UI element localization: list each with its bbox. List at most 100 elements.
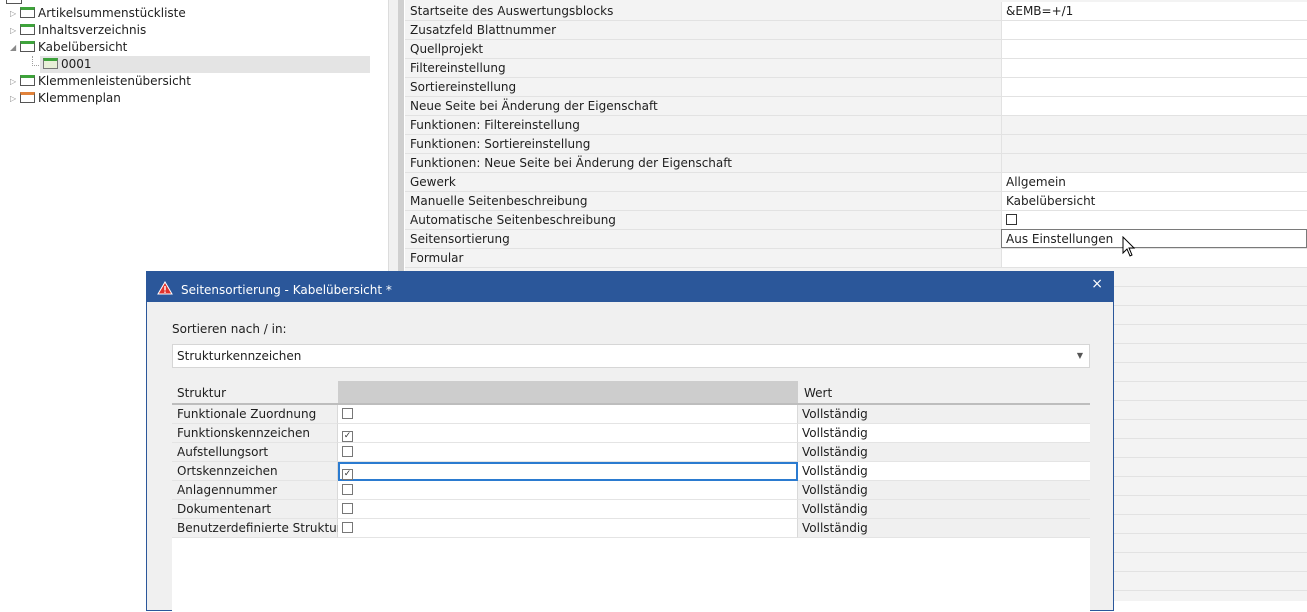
warning-icon bbox=[157, 281, 173, 295]
checkbox-cell[interactable] bbox=[338, 500, 798, 519]
property-name: Quellprojekt bbox=[410, 42, 484, 56]
property-value[interactable] bbox=[1001, 78, 1307, 96]
property-row[interactable]: Automatische Seitenbeschreibung bbox=[405, 211, 1307, 230]
property-row[interactable]: Gewerk Allgemein bbox=[405, 173, 1307, 192]
checkbox-cell[interactable]: ✓ bbox=[338, 424, 798, 443]
sort-by-selected-value: Strukturkennzeichen bbox=[177, 349, 302, 363]
checkbox[interactable] bbox=[342, 446, 353, 457]
dialog-title: Seitensortierung - Kabelübersicht * bbox=[181, 283, 392, 297]
property-value[interactable] bbox=[1001, 211, 1307, 229]
table-row[interactable]: Funktionale Zuordnung Vollständig bbox=[172, 405, 1090, 424]
wert-cell[interactable]: Vollständig bbox=[798, 443, 1090, 462]
tree-item-kabeluebersicht[interactable]: ◢ Kabelübersicht bbox=[10, 39, 127, 56]
seitensortierung-value-field[interactable]: Aus Einstellungen bbox=[1001, 229, 1307, 248]
checkbox-cell-focused[interactable]: ✓ bbox=[338, 462, 798, 481]
wert-cell[interactable]: Vollständig bbox=[798, 481, 1090, 500]
property-name: Seitensortierung bbox=[410, 232, 510, 246]
checkbox-cell[interactable] bbox=[338, 405, 798, 424]
property-value[interactable] bbox=[1001, 21, 1307, 39]
wert-cell[interactable]: Vollständig bbox=[798, 405, 1090, 424]
property-name: Funktionen: Neue Seite bei Änderung der … bbox=[410, 156, 732, 170]
expand-arrow-icon[interactable]: ▷ bbox=[10, 90, 20, 107]
property-value[interactable]: Kabelübersicht bbox=[1001, 192, 1307, 210]
table-row[interactable]: Anlagennummer Vollständig bbox=[172, 481, 1090, 500]
struktur-cell: Funktionskennzeichen bbox=[172, 424, 338, 443]
tree-item-label: Klemmenleistenübersicht bbox=[38, 74, 191, 88]
property-name: Manuelle Seitenbeschreibung bbox=[410, 194, 588, 208]
wert-cell[interactable]: Vollständig bbox=[798, 500, 1090, 519]
property-row[interactable]: Funktionen: Sortiereinstellung bbox=[405, 135, 1307, 154]
property-row[interactable]: Quellprojekt bbox=[405, 40, 1307, 59]
property-row[interactable]: Startseite des Auswertungsblocks &EMB=+/1 bbox=[405, 2, 1307, 21]
close-icon[interactable]: × bbox=[1091, 274, 1103, 294]
sort-by-label: Sortieren nach / in: bbox=[172, 322, 287, 336]
table-row[interactable]: Ortskennzeichen ✓ Vollständig bbox=[172, 462, 1090, 481]
property-value[interactable] bbox=[1001, 249, 1307, 267]
checkbox-checked[interactable]: ✓ bbox=[342, 431, 353, 442]
wert-cell[interactable]: Vollständig bbox=[798, 519, 1090, 538]
folder-icon bbox=[20, 92, 35, 103]
wert-cell[interactable]: Vollständig bbox=[798, 462, 1090, 481]
property-value bbox=[1001, 135, 1307, 153]
open-folder-icon bbox=[43, 58, 58, 69]
checkbox[interactable] bbox=[342, 503, 353, 514]
property-row[interactable]: Formular bbox=[405, 249, 1307, 268]
property-name: Formular bbox=[410, 251, 464, 265]
property-value[interactable]: Allgemein bbox=[1001, 173, 1307, 191]
dialog-titlebar[interactable]: Seitensortierung - Kabelübersicht * × bbox=[147, 272, 1113, 302]
dropdown-arrow-icon[interactable]: ▼ bbox=[1077, 345, 1083, 367]
column-header-wert[interactable]: Wert bbox=[798, 381, 1090, 405]
property-name: Automatische Seitenbeschreibung bbox=[410, 213, 616, 227]
property-row[interactable]: Sortiereinstellung bbox=[405, 78, 1307, 97]
struktur-cell: Dokumentenart bbox=[172, 500, 338, 519]
tree-item-klemmenplan[interactable]: ▷ Klemmenplan bbox=[10, 90, 121, 107]
property-row[interactable]: Funktionen: Neue Seite bei Änderung der … bbox=[405, 154, 1307, 173]
struktur-cell: Ortskennzeichen bbox=[172, 462, 338, 481]
tree-item-inhaltsverzeichnis[interactable]: ▷ Inhaltsverzeichnis bbox=[10, 22, 146, 39]
tree-item-label: Klemmenplan bbox=[38, 91, 121, 105]
property-name: Sortiereinstellung bbox=[410, 80, 517, 94]
expand-arrow-icon[interactable]: ▷ bbox=[10, 73, 20, 90]
tree-item-klemmenleistenuebersicht[interactable]: ▷ Klemmenleistenübersicht bbox=[10, 73, 191, 90]
checkbox[interactable] bbox=[342, 408, 353, 419]
property-row[interactable]: Seitensortierung Aus Einstellungen bbox=[405, 229, 1307, 249]
property-row[interactable]: Funktionen: Filtereinstellung bbox=[405, 116, 1307, 135]
property-row[interactable]: Zusatzfeld Blattnummer bbox=[405, 21, 1307, 40]
checkbox-cell[interactable] bbox=[338, 519, 798, 538]
folder-icon bbox=[20, 7, 35, 18]
root-folder-icon bbox=[6, 0, 22, 4]
table-row[interactable]: Funktionskennzeichen ✓ Vollständig bbox=[172, 424, 1090, 443]
expand-arrow-icon[interactable]: ▷ bbox=[10, 22, 20, 39]
table-row[interactable]: Dokumentenart Vollständig bbox=[172, 500, 1090, 519]
checkbox[interactable] bbox=[1006, 214, 1017, 225]
tree-item-artikelsummenstueckliste[interactable]: ▷ Artikelsummenstückliste bbox=[10, 5, 186, 22]
property-value[interactable] bbox=[1001, 97, 1307, 115]
checkbox[interactable] bbox=[342, 522, 353, 533]
property-value[interactable] bbox=[1001, 40, 1307, 58]
checkbox-checked[interactable]: ✓ bbox=[342, 469, 353, 480]
sort-by-dropdown[interactable]: Strukturkennzeichen ▼ bbox=[172, 344, 1090, 368]
column-header-struktur[interactable]: Struktur bbox=[172, 381, 338, 405]
table-row[interactable]: Benutzerdefinierte Struktur Vollständig bbox=[172, 519, 1090, 538]
property-name: Funktionen: Sortiereinstellung bbox=[410, 137, 591, 151]
collapse-arrow-icon[interactable]: ◢ bbox=[10, 39, 20, 56]
tree-item-label: Inhaltsverzeichnis bbox=[38, 23, 147, 37]
property-value[interactable]: &EMB=+/1 bbox=[1001, 2, 1307, 20]
checkbox[interactable] bbox=[342, 484, 353, 495]
property-row[interactable]: Filtereinstellung bbox=[405, 59, 1307, 78]
property-value[interactable] bbox=[1001, 59, 1307, 77]
struktur-cell: Aufstellungsort bbox=[172, 443, 338, 462]
checkbox-cell[interactable] bbox=[338, 443, 798, 462]
table-row[interactable]: Aufstellungsort Vollständig bbox=[172, 443, 1090, 462]
property-value bbox=[1001, 154, 1307, 172]
property-row[interactable]: Neue Seite bei Änderung der Eigenschaft bbox=[405, 97, 1307, 116]
mouse-cursor-icon bbox=[1122, 236, 1136, 257]
wert-cell[interactable]: Vollständig bbox=[798, 424, 1090, 443]
property-value bbox=[1001, 116, 1307, 134]
tree-item-0001[interactable]: 0001 bbox=[40, 56, 370, 73]
expand-arrow-icon[interactable]: ▷ bbox=[10, 5, 20, 22]
property-row[interactable]: Manuelle Seitenbeschreibung Kabelübersich… bbox=[405, 192, 1307, 211]
checkbox-cell[interactable] bbox=[338, 481, 798, 500]
column-header-selection[interactable] bbox=[338, 381, 798, 405]
structure-grid: Struktur Wert Funktionale Zuordnung Voll… bbox=[172, 381, 1090, 612]
